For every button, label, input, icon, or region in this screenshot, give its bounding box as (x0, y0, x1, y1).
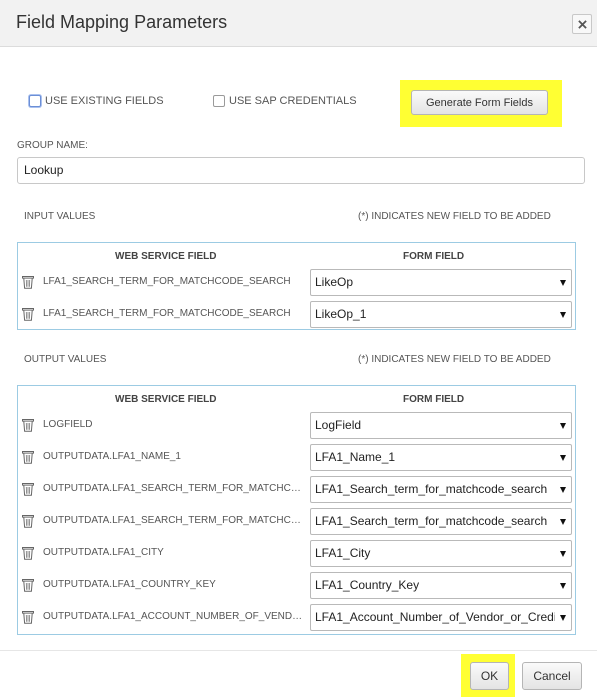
dropdown-arrow-icon (560, 551, 566, 557)
form-field-value: LFA1_Country_Key (315, 578, 420, 592)
form-field-select[interactable]: LFA1_Name_1 (310, 444, 572, 471)
table-row: LOGFIELD LogField (18, 411, 575, 439)
web-service-field: OUTPUTDATA.LFA1_NAME_1 (43, 451, 181, 462)
web-service-field: OUTPUTDATA.LFA1_ACCOUNT_NUMBER_OF_VENDOR… (43, 611, 305, 622)
output-values-note: (*) INDICATES NEW FIELD TO BE ADDED (358, 354, 551, 365)
dialog-title: Field Mapping Parameters (16, 12, 228, 32)
use-sap-credentials-checkbox[interactable] (213, 95, 225, 107)
table-row: LFA1_SEARCH_TERM_FOR_MATCHCODE_SEARCH Lik… (18, 268, 575, 296)
column-header-form-field: FORM FIELD (403, 394, 465, 405)
form-field-select[interactable]: LFA1_Country_Key (310, 572, 572, 599)
web-service-field: LOGFIELD (43, 419, 93, 430)
dropdown-arrow-icon (560, 455, 566, 461)
trash-icon[interactable] (22, 546, 34, 560)
dialog-header: Field Mapping Parameters (0, 0, 597, 47)
output-values-label: OUTPUT VALUES (24, 354, 107, 365)
trash-icon[interactable] (22, 610, 34, 624)
trash-icon[interactable] (22, 307, 34, 321)
ok-button[interactable]: OK (470, 662, 509, 690)
web-service-field: OUTPUTDATA.LFA1_SEARCH_TERM_FOR_MATCHCOD… (43, 483, 305, 494)
web-service-field: LFA1_SEARCH_TERM_FOR_MATCHCODE_SEARCH (43, 276, 291, 287)
input-values-table: WEB SERVICE FIELD FORM FIELD LFA1_SEARCH… (17, 242, 576, 330)
dropdown-arrow-icon (560, 312, 566, 318)
trash-icon[interactable] (22, 482, 34, 496)
table-row: OUTPUTDATA.LFA1_COUNTRY_KEY LFA1_Country_… (18, 571, 575, 599)
form-field-select[interactable]: LFA1_City (310, 540, 572, 567)
web-service-field: LFA1_SEARCH_TERM_FOR_MATCHCODE_SEARCH (43, 308, 291, 319)
form-field-select[interactable]: LFA1_Search_term_for_matchcode_search (310, 476, 572, 503)
cancel-button[interactable]: Cancel (522, 662, 582, 690)
column-header-form-field: FORM FIELD (403, 251, 465, 262)
group-name-label: GROUP NAME: (17, 140, 88, 151)
close-icon (577, 19, 587, 29)
column-header-web-service-field: WEB SERVICE FIELD (115, 251, 217, 262)
dropdown-arrow-icon (560, 615, 566, 621)
table-row: OUTPUTDATA.LFA1_SEARCH_TERM_FOR_MATCHCOD… (18, 475, 575, 503)
dropdown-arrow-icon (560, 487, 566, 493)
web-service-field: OUTPUTDATA.LFA1_COUNTRY_KEY (43, 579, 216, 590)
trash-icon[interactable] (22, 450, 34, 464)
web-service-field: OUTPUTDATA.LFA1_CITY (43, 547, 164, 558)
form-field-value: LFA1_Name_1 (315, 450, 396, 464)
table-row: OUTPUTDATA.LFA1_NAME_1 LFA1_Name_1 (18, 443, 575, 471)
table-row: OUTPUTDATA.LFA1_ACCOUNT_NUMBER_OF_VENDOR… (18, 603, 575, 631)
table-row: OUTPUTDATA.LFA1_CITY LFA1_City (18, 539, 575, 567)
form-field-value: LFA1_City (315, 546, 371, 560)
use-existing-fields-checkbox[interactable] (29, 95, 41, 107)
input-values-note: (*) INDICATES NEW FIELD TO BE ADDED (358, 211, 551, 222)
use-sap-credentials-option[interactable]: USE SAP CREDENTIALS (213, 95, 357, 107)
dropdown-arrow-icon (560, 583, 566, 589)
column-header-web-service-field: WEB SERVICE FIELD (115, 394, 217, 405)
web-service-field: OUTPUTDATA.LFA1_SEARCH_TERM_FOR_MATCHCOD… (43, 515, 305, 526)
dropdown-arrow-icon (560, 423, 566, 429)
form-field-select[interactable]: LikeOp (310, 269, 572, 296)
form-field-value: LFA1_Account_Number_of_Vendor_or_Credito… (315, 610, 555, 624)
form-field-value: LogField (315, 418, 362, 432)
field-mapping-dialog: Field Mapping Parameters USE EXISTING FI… (0, 0, 597, 699)
table-row: OUTPUTDATA.LFA1_SEARCH_TERM_FOR_MATCHCOD… (18, 507, 575, 535)
trash-icon[interactable] (22, 578, 34, 592)
form-field-select[interactable]: LikeOp_1 (310, 301, 572, 328)
form-field-select[interactable]: LFA1_Account_Number_of_Vendor_or_Credito… (310, 604, 572, 631)
table-row: LFA1_SEARCH_TERM_FOR_MATCHCODE_SEARCH Lik… (18, 300, 575, 328)
form-field-value: LFA1_Search_term_for_matchcode_search (315, 482, 548, 496)
close-button[interactable] (572, 14, 592, 34)
use-sap-credentials-label: USE SAP CREDENTIALS (229, 95, 357, 107)
output-values-table: WEB SERVICE FIELD FORM FIELD LOGFIELD Log… (17, 385, 576, 635)
group-name-input[interactable]: Lookup (17, 157, 585, 184)
use-existing-fields-label: USE EXISTING FIELDS (45, 95, 164, 107)
form-field-value: LFA1_Search_term_for_matchcode_search (315, 514, 548, 528)
form-field-value: LikeOp (315, 275, 354, 289)
form-field-value: LikeOp_1 (315, 307, 367, 321)
dropdown-arrow-icon (560, 519, 566, 525)
trash-icon[interactable] (22, 418, 34, 432)
trash-icon[interactable] (22, 514, 34, 528)
trash-icon[interactable] (22, 275, 34, 289)
input-values-label: INPUT VALUES (24, 211, 96, 222)
footer-divider (0, 650, 597, 651)
use-existing-fields-option[interactable]: USE EXISTING FIELDS (29, 95, 164, 107)
generate-form-fields-button[interactable]: Generate Form Fields (411, 90, 548, 115)
form-field-select[interactable]: LogField (310, 412, 572, 439)
form-field-select[interactable]: LFA1_Search_term_for_matchcode_search (310, 508, 572, 535)
dropdown-arrow-icon (560, 280, 566, 286)
